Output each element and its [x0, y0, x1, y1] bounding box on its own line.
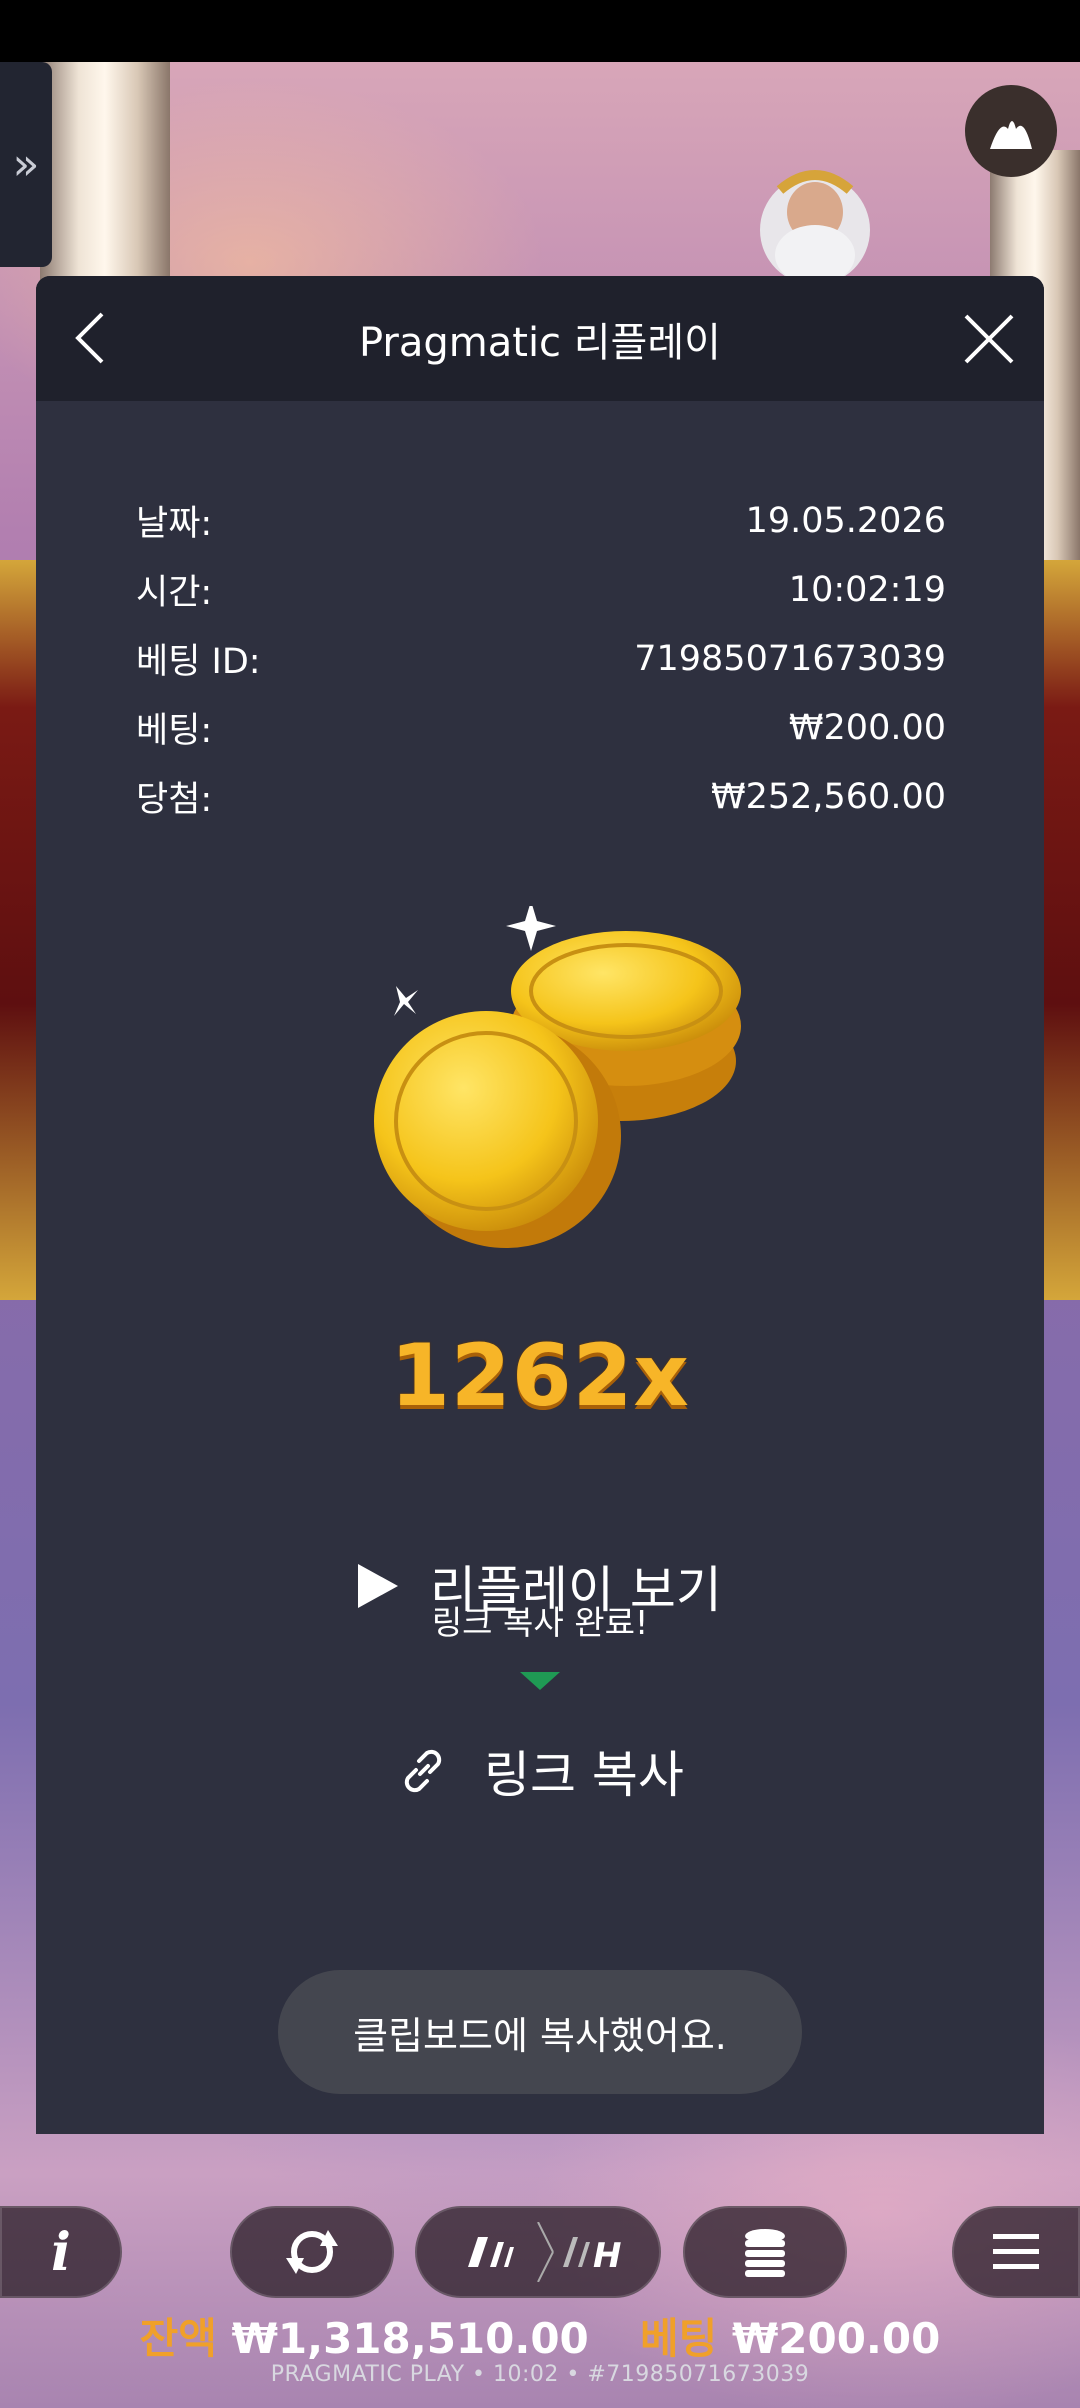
svg-text:H: H	[593, 2236, 621, 2276]
info-label: 베팅 ID:	[136, 642, 261, 682]
pragmatic-logo-icon	[990, 121, 1032, 149]
info-row-win: 당첨: ₩252,560.00	[136, 762, 946, 831]
reel-frame-left	[0, 560, 40, 1300]
modal-header: Pragmatic 리플레이	[36, 276, 1044, 401]
multiplier-text: 1262x	[390, 1326, 690, 1426]
link-copied-tooltip: 링크 복사 완료!	[431, 1603, 649, 1642]
clipboard-toast: 클립보드에 복사했어요.	[278, 1970, 802, 2094]
info-value: 10:02:19	[788, 569, 946, 610]
coin-stack-icon	[745, 2229, 785, 2277]
info-row-date: 날짜: 19.05.2026	[136, 486, 946, 555]
info-row-bet: 베팅: ₩200.00	[136, 693, 946, 762]
zeus-character-image	[760, 170, 870, 285]
info-value: 71985071673039	[634, 638, 946, 679]
double-chevron-right-icon: »	[12, 139, 40, 190]
gold-coins-icon	[374, 906, 741, 1248]
copy-link-button[interactable]: 링크 복사	[396, 1736, 684, 1806]
side-panel-expand-button[interactable]: »	[0, 62, 52, 267]
balance-label: 잔액	[139, 2314, 217, 2363]
pragmatic-logo-button[interactable]	[965, 85, 1057, 177]
info-label: 시간:	[136, 573, 213, 613]
balance-bar: 잔액 ₩1,318,510.00 베팅 ₩200.00	[0, 2305, 1080, 2366]
modal-title: Pragmatic 리플레이	[359, 319, 721, 366]
bet-value: ₩200.00	[731, 2314, 941, 2363]
info-row-time: 시간: 10:02:19	[136, 555, 946, 624]
hamburger-menu-icon	[993, 2234, 1039, 2269]
replay-modal: Pragmatic 리플레이 날짜: 19.05.2026 시간: 10:02:…	[36, 276, 1044, 2134]
back-arrow-icon[interactable]	[62, 306, 122, 370]
info-value: 19.05.2026	[745, 500, 946, 541]
info-button[interactable]: i	[0, 2206, 122, 2298]
info-label: 날짜:	[136, 504, 213, 544]
reel-frame-right	[1044, 560, 1080, 1300]
info-row-bet-id: 베팅 ID: 71985071673039	[136, 624, 946, 693]
info-label: 당첨:	[136, 780, 213, 820]
info-value: ₩252,560.00	[710, 776, 946, 817]
close-icon[interactable]	[960, 310, 1018, 368]
link-icon	[404, 1749, 442, 1793]
menu-button[interactable]	[952, 2206, 1080, 2298]
turbo-speed-icon: H	[468, 2222, 621, 2282]
footer-info: PRAGMATIC PLAY • 10:02 • #71985071673039	[270, 2362, 810, 2387]
turbo-spin-toggle[interactable]: H	[415, 2206, 661, 2298]
balance-value: ₩1,318,510.00	[231, 2314, 589, 2363]
tooltip-arrow	[520, 1672, 560, 1690]
info-label: 베팅:	[136, 711, 213, 751]
bet-settings-button[interactable]	[683, 2206, 847, 2298]
autoplay-button[interactable]	[230, 2206, 394, 2298]
bet-label: 베팅	[640, 2314, 718, 2363]
info-icon: i	[51, 2221, 71, 2283]
autoplay-icon	[286, 2230, 338, 2274]
bet-info-list: 날짜: 19.05.2026 시간: 10:02:19 베팅 ID: 71985…	[136, 486, 946, 831]
copy-link-label: 링크 복사	[484, 1746, 684, 1804]
info-value: ₩200.00	[788, 707, 946, 748]
